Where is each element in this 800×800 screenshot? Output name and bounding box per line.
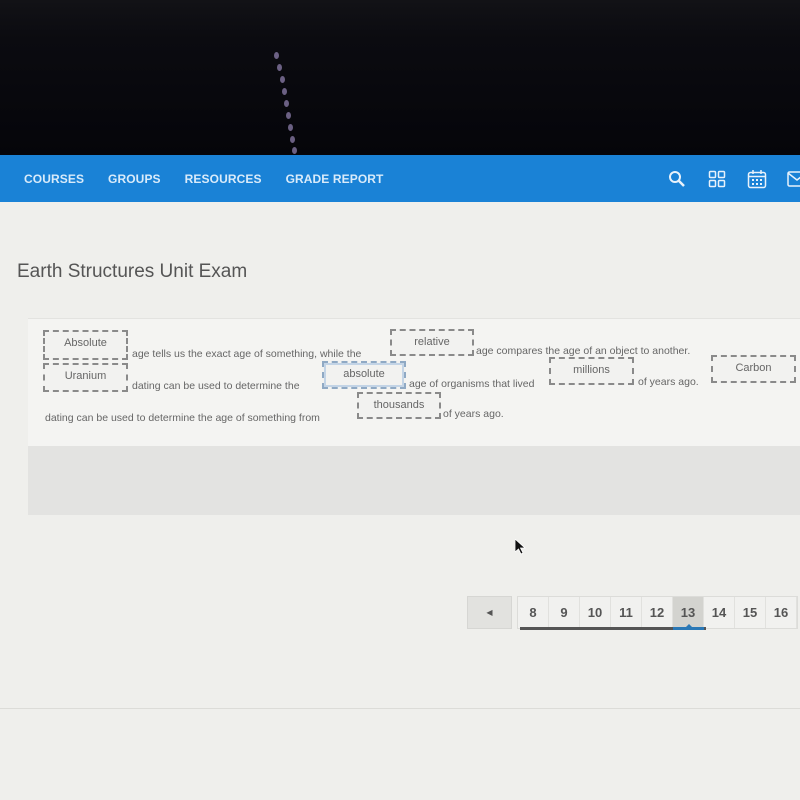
question-text: dating can be used to determine the [132,380,300,392]
answer-box-value: relative [414,336,450,348]
nav-grade-report[interactable]: GRADE REPORT [286,172,384,186]
caret-left-icon: ◀ [486,608,493,617]
answer-box-value: Absolute [64,337,107,349]
answer-box-uranium[interactable]: Uranium [43,363,128,392]
current-page-marker-icon [685,624,693,628]
question-text: age of organisms that lived [409,378,535,390]
nav-groups[interactable]: GROUPS [108,172,161,186]
previous-page-button[interactable]: ◀ [467,596,512,629]
nav-courses[interactable]: COURSES [24,172,84,186]
monitor-bezel [0,0,800,155]
answer-box-thousands[interactable]: thousands [357,392,441,419]
page-16[interactable]: 16 [766,597,797,628]
answer-box-value: Carbon [735,362,772,374]
apps-grid-icon[interactable] [706,168,728,190]
question-pagination: ◀ 8 9 10 11 12 13 14 15 16 [467,596,798,630]
answer-box-absolute-selected[interactable]: absolute [322,361,406,389]
answer-box-absolute[interactable]: Absolute [43,330,128,360]
page-10[interactable]: 10 [580,597,611,628]
answer-box-value: Uranium [64,370,107,382]
top-navbar: COURSES GROUPS RESOURCES GRADE REPORT [0,155,800,202]
page-12[interactable]: 12 [642,597,673,628]
question-text: age compares the age of an object to ano… [476,345,691,357]
answer-box-value: absolute [343,368,385,380]
mail-icon[interactable] [786,168,800,190]
question-text: age tells us the exact age of something,… [132,348,362,360]
answer-box-relative[interactable]: relative [390,329,474,356]
mouse-cursor-icon [514,538,527,560]
search-icon[interactable] [666,168,688,190]
question-text: dating can be used to determine the age … [45,412,320,424]
page-8[interactable]: 8 [518,597,549,628]
page-9[interactable]: 9 [549,597,580,628]
question-footer [28,446,800,515]
page-11[interactable]: 11 [611,597,642,628]
page-15[interactable]: 15 [735,597,766,628]
question-text: of years ago. [638,376,699,388]
screen-glare [272,52,312,154]
question-text: of years ago. [443,408,504,420]
nav-resources[interactable]: RESOURCES [185,172,262,186]
page-title: Earth Structures Unit Exam [17,261,248,282]
answer-box-value: thousands [373,399,425,411]
nav-icon-group [666,155,800,202]
calendar-icon[interactable] [746,168,768,190]
answer-box-millions[interactable]: millions [549,357,634,385]
page-14[interactable]: 14 [704,597,735,628]
page-number-list: 8 9 10 11 12 13 14 15 16 [517,596,798,630]
question-card: Absolute age tells us the exact age of s… [28,318,800,515]
answer-box-carbon[interactable]: Carbon [711,355,796,383]
footer-divider [0,708,800,709]
browser-screen: COURSES GROUPS RESOURCES GRADE REPORT Ea… [0,155,800,800]
answer-box-value: millions [573,364,610,376]
